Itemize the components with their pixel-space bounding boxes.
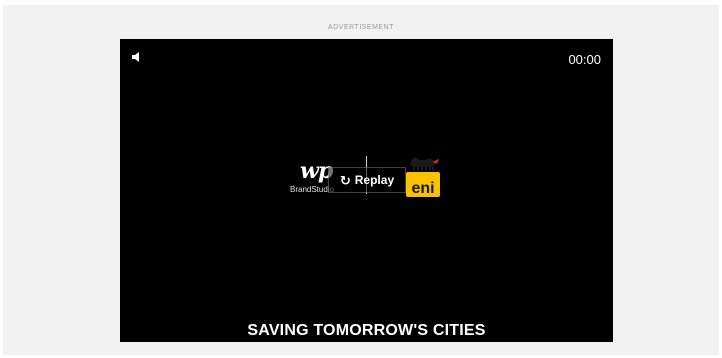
speaker-icon	[132, 52, 139, 62]
sponsor-lockup: wp BrandStudio eni ↻ Replay	[290, 153, 450, 203]
video-timer: 00:00	[568, 52, 601, 67]
replay-button[interactable]: ↻ Replay	[328, 167, 406, 193]
eni-logo: eni	[404, 153, 442, 199]
ad-label: ADVERTISEMENT	[328, 24, 394, 31]
mute-button[interactable]	[130, 50, 144, 64]
eni-wordmark: eni	[411, 180, 434, 197]
ad-container: ADVERTISEMENT 00:00 wp BrandStudio eni ↻…	[3, 5, 719, 355]
replay-icon: ↻	[339, 172, 351, 188]
replay-label: Replay	[354, 173, 395, 187]
video-caption: SAVING TOMORROW'S CITIES	[247, 322, 486, 339]
video-player[interactable]: 00:00 wp BrandStudio eni ↻ Replay SAVING…	[120, 39, 613, 342]
